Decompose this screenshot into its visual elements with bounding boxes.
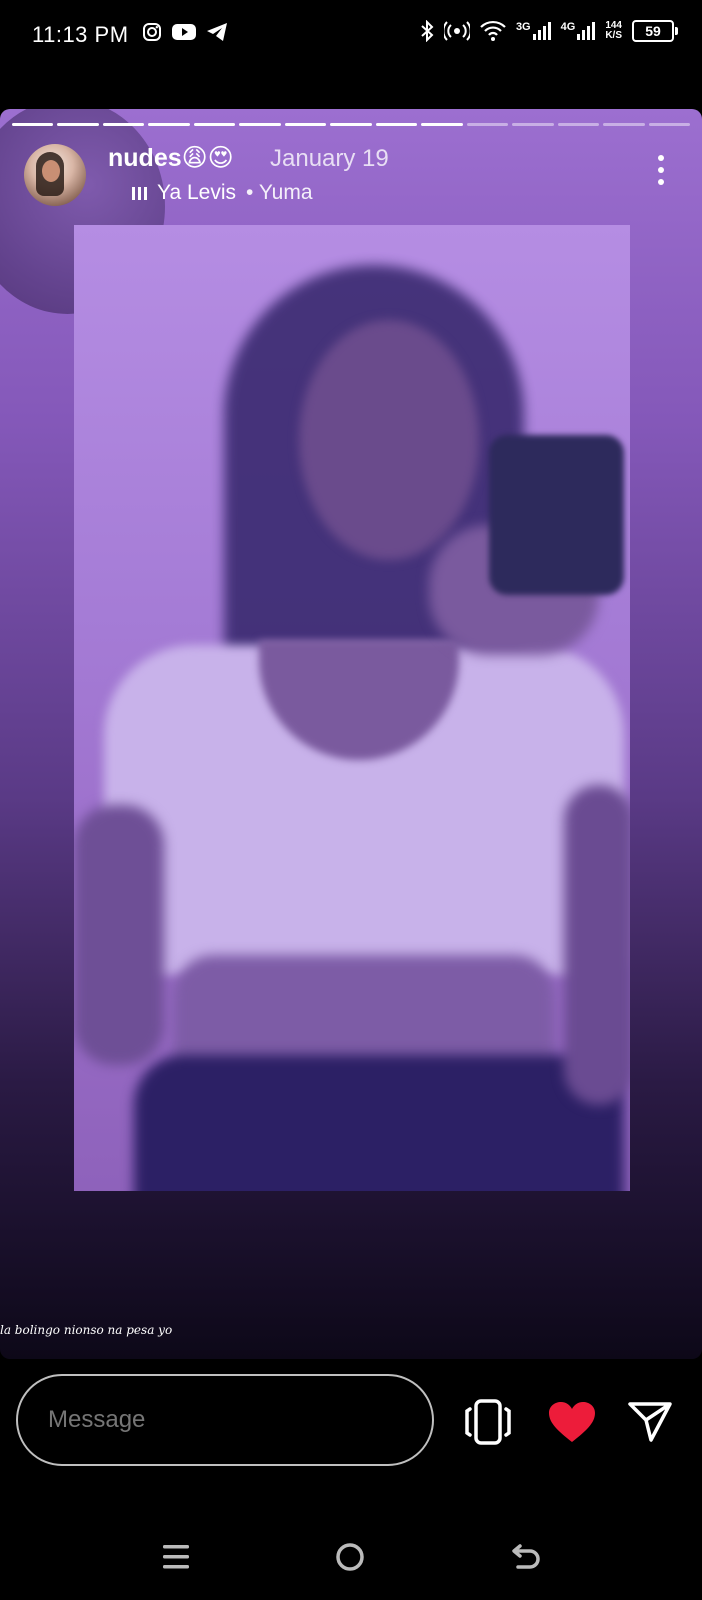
photo-face bbox=[299, 320, 479, 560]
story-photo[interactable] bbox=[74, 225, 630, 1191]
send-icon[interactable] bbox=[624, 1396, 676, 1448]
network-speed: 144 K/S bbox=[605, 21, 622, 41]
progress-segment bbox=[330, 123, 372, 126]
progress-segment bbox=[512, 123, 554, 126]
progress-segment bbox=[102, 123, 145, 126]
network-speed-unit: K/S bbox=[605, 30, 622, 41]
story-date: January 19 bbox=[270, 145, 389, 172]
progress-segment bbox=[375, 123, 418, 126]
message-input[interactable] bbox=[16, 1374, 434, 1466]
progress-segment bbox=[12, 123, 54, 126]
progress-segment bbox=[239, 123, 281, 126]
signal-4g-icon: 4G bbox=[561, 22, 596, 40]
network-3g-label: 3G bbox=[515, 21, 531, 33]
music-title: Ya Levis bbox=[157, 181, 236, 204]
avatar[interactable] bbox=[24, 144, 86, 206]
instagram-icon bbox=[143, 23, 161, 41]
more-options-icon[interactable] bbox=[658, 155, 664, 185]
music-artist: Yuma bbox=[258, 181, 313, 204]
progress-segment bbox=[193, 123, 236, 126]
telegram-icon bbox=[207, 23, 227, 41]
story-viewer[interactable]: nudes😩😍 January 19 Ya Levis • Yuma la bo… bbox=[0, 109, 702, 1359]
bluetooth-icon bbox=[421, 20, 434, 42]
progress-segment bbox=[148, 123, 190, 126]
progress-segment bbox=[284, 123, 327, 126]
signal-3g-icon: 3G bbox=[516, 22, 551, 40]
story-username[interactable]: nudes😩😍 bbox=[108, 143, 234, 173]
youtube-icon bbox=[172, 24, 196, 40]
hotspot-icon bbox=[443, 21, 470, 41]
story-progress-bar bbox=[12, 123, 691, 126]
status-bar: 11:13 PM 3G 4G 144 K/S 59 bbox=[0, 0, 702, 72]
heart-shape bbox=[549, 1402, 595, 1442]
photo-pants bbox=[134, 1055, 624, 1191]
sticker-icon[interactable] bbox=[462, 1396, 514, 1448]
heart-icon[interactable] bbox=[546, 1396, 598, 1448]
back-icon[interactable] bbox=[496, 1532, 556, 1582]
progress-segment bbox=[648, 123, 691, 126]
system-nav-bar bbox=[0, 1520, 702, 1600]
progress-segment bbox=[603, 123, 645, 126]
status-notification-icons bbox=[142, 22, 228, 42]
photo-phone bbox=[489, 435, 624, 595]
network-4g-label: 4G bbox=[560, 21, 576, 33]
music-separator: • bbox=[246, 181, 259, 204]
progress-segment bbox=[557, 123, 600, 126]
story-caption: la bolingo nionso na pesa yo bbox=[0, 1323, 173, 1337]
status-time: 11:13 PM bbox=[32, 22, 129, 47]
photo-arm-left bbox=[74, 805, 164, 1065]
wifi-icon bbox=[480, 20, 506, 41]
progress-segment bbox=[466, 123, 509, 126]
progress-segment bbox=[57, 123, 99, 126]
menu-icon[interactable] bbox=[146, 1532, 206, 1582]
status-system-icons: 3G 4G 144 K/S 59 bbox=[420, 20, 678, 42]
photo-arm-right bbox=[564, 785, 630, 1105]
progress-segment bbox=[421, 123, 463, 126]
music-bars-icon bbox=[132, 186, 147, 200]
battery-icon: 59 bbox=[632, 20, 678, 42]
home-circle-icon[interactable] bbox=[320, 1532, 380, 1582]
music-sticker[interactable]: Ya Levis • Yuma bbox=[132, 181, 313, 205]
